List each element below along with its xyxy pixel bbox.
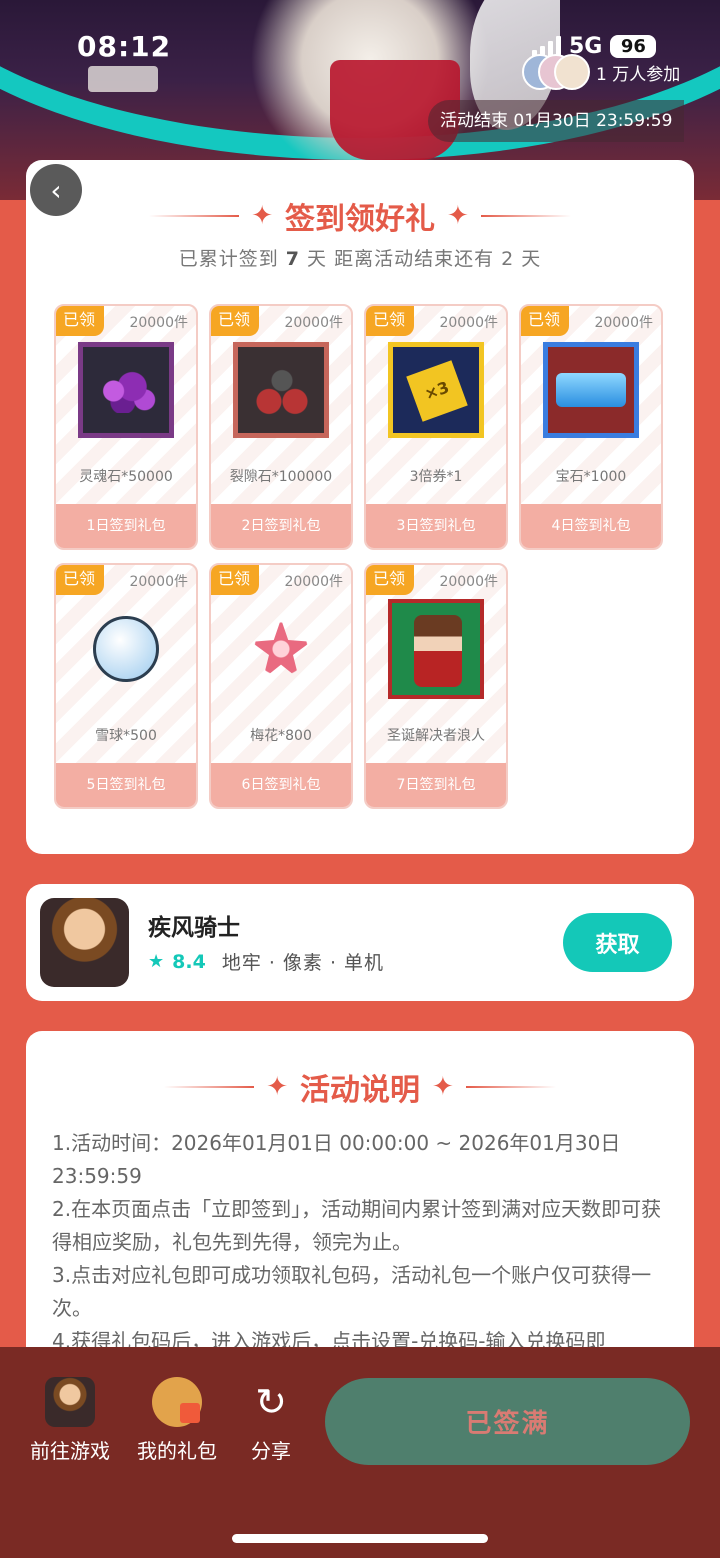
gift-stock: 20000件 — [439, 315, 498, 331]
plum-blossom-icon — [246, 614, 316, 684]
rift-stone-icon — [233, 342, 329, 438]
game-tags: 地牢 · 像素 · 单机 — [221, 952, 385, 974]
gift-label: 2日签到礼包 — [211, 504, 351, 548]
rules-text: 1.活动时间：2026年01月01日 00:00:00 ~ 2026年01月30… — [52, 1127, 672, 1358]
gift-name: 雪球*500 — [95, 728, 157, 744]
gift-label: 1日签到礼包 — [56, 504, 196, 548]
sparkle-icon: ✦ — [266, 1072, 288, 1102]
chevron-left-icon: ‹ — [50, 173, 62, 207]
sparkle-icon: ✦ — [251, 201, 273, 231]
soul-stone-icon — [78, 342, 174, 438]
gift-label: 7日签到礼包 — [366, 763, 506, 807]
gift-label: 6日签到礼包 — [211, 763, 351, 807]
signin-title: ✦ 签到领好礼 ✦ — [26, 194, 694, 238]
days-left: 2 — [501, 248, 515, 270]
gift-label: 4日签到礼包 — [521, 504, 661, 548]
gift-bag-icon — [152, 1377, 202, 1427]
gift-card-day5[interactable]: 已领 20000件 雪球*500 5日签到礼包 — [54, 563, 198, 809]
claimed-tag: 已领 — [56, 306, 104, 336]
claimed-tag: 已领 — [211, 565, 259, 595]
gift-stock: 20000件 — [129, 315, 188, 331]
status-time: 08:12 — [77, 30, 172, 63]
banner-sprite — [88, 66, 158, 92]
star-icon: ★ — [148, 951, 165, 972]
triple-ticket-icon — [388, 342, 484, 438]
claimed-tag: 已领 — [211, 306, 259, 336]
game-meta: ★ 8.4 地牢 · 像素 · 单机 — [148, 948, 384, 975]
gift-card-day1[interactable]: 已领 20000件 灵魂石*50000 1日签到礼包 — [54, 304, 198, 550]
gift-grid: 已领 20000件 灵魂石*50000 1日签到礼包 已领 20000件 裂隙石… — [54, 304, 666, 809]
participants-count: 1 万人参加 — [596, 64, 681, 85]
rules-title: ✦ 活动说明 ✦ — [26, 1065, 694, 1109]
home-indicator — [232, 1534, 488, 1543]
days-signed: 7 — [285, 248, 300, 270]
get-button[interactable]: 获取 — [563, 913, 672, 972]
rules-title-text: 活动说明 — [300, 1073, 420, 1108]
sparkle-icon: ✦ — [432, 1072, 454, 1102]
game-name: 疾风骑士 — [148, 915, 240, 941]
claimed-tag: 已领 — [56, 565, 104, 595]
gift-card-day2[interactable]: 已领 20000件 裂隙石*100000 2日签到礼包 — [209, 304, 353, 550]
gift-stock: 20000件 — [284, 315, 343, 331]
rules-card: ✦ 活动说明 ✦ 1.活动时间：2026年01月01日 00:00:00 ~ 2… — [26, 1031, 694, 1391]
back-button[interactable]: ‹ — [30, 164, 82, 216]
gift-stock: 20000件 — [439, 574, 498, 590]
snowball-icon — [93, 616, 159, 682]
game-icon — [45, 1377, 95, 1427]
gift-stock: 20000件 — [284, 574, 343, 590]
rule-line: 2.在本页面点击「立即签到」，活动期间内累计签到满对应天数即可获得相应奖励，礼包… — [52, 1197, 662, 1254]
gift-card-day4[interactable]: 已领 20000件 宝石*1000 4日签到礼包 — [519, 304, 663, 550]
share-button[interactable]: ↻ 分享 — [246, 1377, 296, 1464]
gift-stock: 20000件 — [594, 315, 653, 331]
avatar — [554, 54, 590, 90]
claimed-tag: 已领 — [366, 565, 414, 595]
signin-card: ✦ 签到领好礼 ✦ 已累计签到 7 天 距离活动结束还有 2 天 已领 2000… — [26, 160, 694, 854]
share-icon: ↻ — [255, 1380, 287, 1424]
game-rating: 8.4 — [172, 950, 206, 973]
signin-title-text: 签到领好礼 — [285, 202, 435, 237]
gift-name: 宝石*1000 — [555, 469, 627, 485]
gift-card-day6[interactable]: 已领 20000件 梅花*800 6日签到礼包 — [209, 563, 353, 809]
sparkle-icon: ✦ — [447, 201, 469, 231]
claimed-tag: 已领 — [366, 306, 414, 336]
participant-avatars — [522, 54, 590, 90]
game-card[interactable]: 疾风骑士 ★ 8.4 地牢 · 像素 · 单机 获取 — [26, 884, 694, 1001]
participants-badge[interactable]: 1 万人参加 — [522, 52, 702, 92]
gift-name: 灵魂石*50000 — [79, 469, 173, 485]
claimed-tag: 已领 — [521, 306, 569, 336]
gift-name: 3倍券*1 — [409, 469, 463, 485]
gift-card-day3[interactable]: 已领 20000件 3倍券*1 3日签到礼包 — [364, 304, 508, 550]
game-app-icon[interactable] — [40, 898, 129, 987]
gift-label: 3日签到礼包 — [366, 504, 506, 548]
rule-line: 1.活动时间：2026年01月01日 00:00:00 ~ 2026年01月30… — [52, 1131, 621, 1188]
gift-name: 裂隙石*100000 — [229, 469, 333, 485]
signin-progress: 已累计签到 7 天 距离活动结束还有 2 天 — [178, 248, 542, 270]
christmas-ronin-icon — [388, 599, 484, 699]
share-label: 分享 — [251, 1439, 291, 1463]
gift-stock: 20000件 — [129, 574, 188, 590]
my-gifts-button[interactable]: 我的礼包 — [137, 1377, 217, 1464]
gift-card-day7[interactable]: 已领 20000件 圣诞解决者浪人 7日签到礼包 — [364, 563, 508, 809]
go-game-button[interactable]: 前往游戏 — [30, 1377, 110, 1464]
rule-line: 3.点击对应礼包即可成功领取礼包码，活动礼包一个账户仅可获得一次。 — [52, 1263, 652, 1320]
gift-label: 5日签到礼包 — [56, 763, 196, 807]
my-gifts-label: 我的礼包 — [137, 1439, 217, 1463]
gift-name: 圣诞解决者浪人 — [387, 728, 485, 744]
gem-icon — [543, 342, 639, 438]
go-game-label: 前往游戏 — [30, 1439, 110, 1463]
gift-name: 梅花*800 — [250, 728, 312, 744]
signed-full-button[interactable]: 已签满 — [325, 1378, 690, 1465]
activity-end-time: 活动结束 01月30日 23:59:59 — [428, 100, 685, 142]
